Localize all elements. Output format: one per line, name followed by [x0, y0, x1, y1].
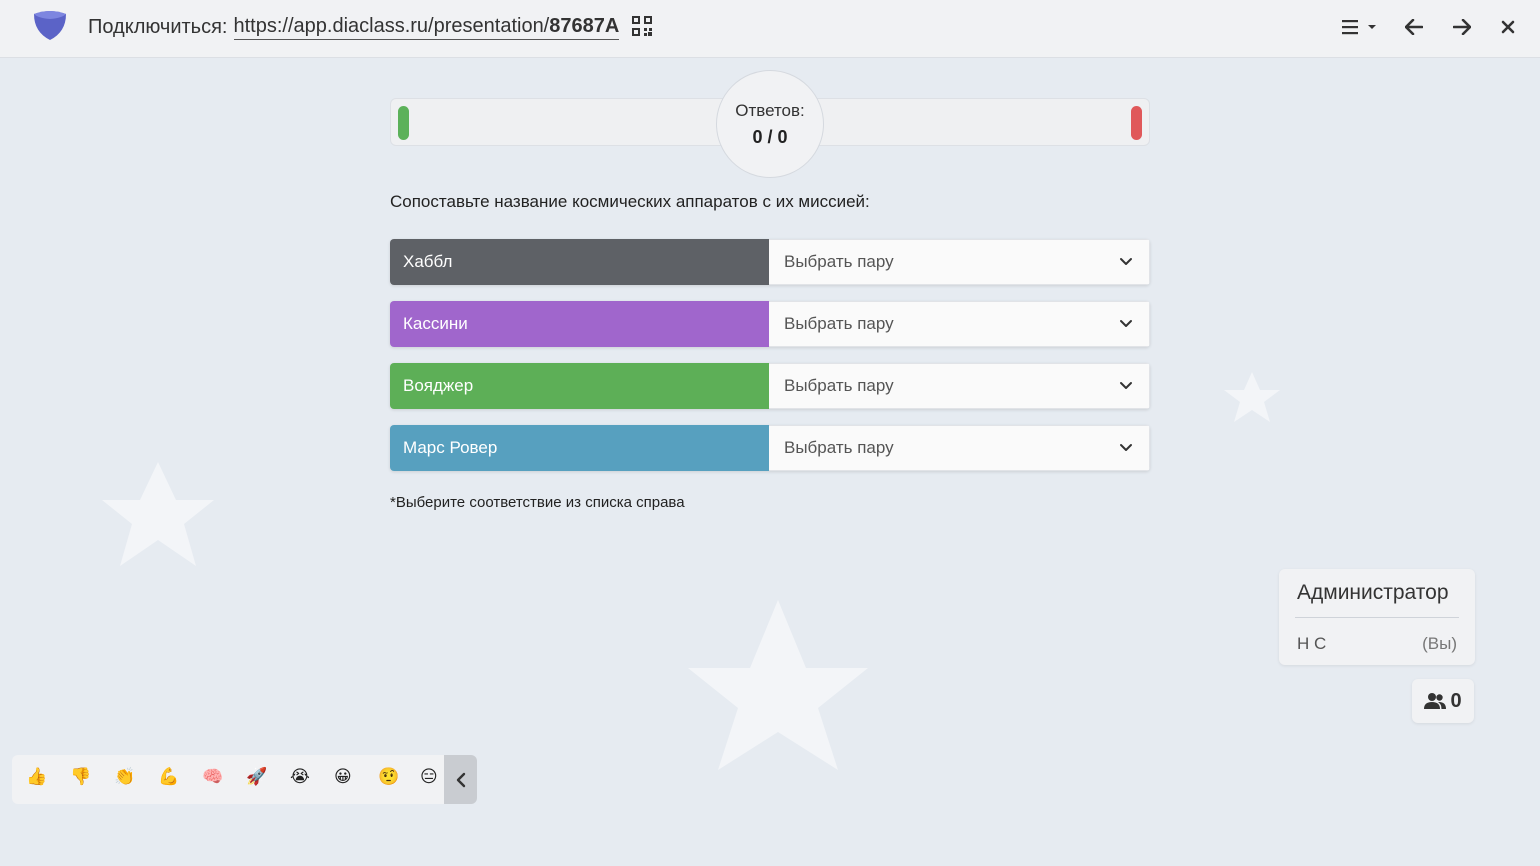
participant-you-label: (Вы) [1422, 634, 1457, 653]
pair-select-placeholder: Выбрать пару [784, 438, 894, 457]
expressionless-face-icon[interactable]: 😑 [420, 767, 438, 787]
question-text: Сопоставьте название космических аппарат… [390, 192, 870, 211]
grinning-face-icon[interactable]: 😀 [334, 767, 352, 787]
reactions-bar: 👍 👎 👏 💪 🧠 🚀 😭 😀 🤨 😑 [12, 755, 444, 804]
connect-link: Подключиться: https://app.diaclass.ru/pr… [88, 15, 620, 40]
pair-label: Кассини [390, 301, 769, 347]
wrong-answers-indicator [1131, 106, 1142, 140]
chevron-down-icon [1120, 320, 1132, 327]
chevron-left-icon [456, 772, 465, 787]
url-code: 87687A [549, 15, 620, 37]
hint-text: *Выберите соответствие из списка справа [390, 494, 685, 511]
pair-row: Вояджер Выбрать пару [390, 363, 1150, 409]
thumbs-up-icon[interactable]: 👍 [26, 767, 47, 787]
rocket-icon[interactable]: 🚀 [246, 767, 267, 787]
correct-answers-indicator [398, 106, 409, 140]
pair-select-placeholder: Выбрать пару [784, 376, 894, 395]
chevron-down-icon [1120, 444, 1132, 451]
close-icon [1501, 20, 1515, 34]
pair-label: Марс Ровер [390, 425, 769, 471]
participants-card: Администратор Н С (Вы) [1279, 569, 1475, 665]
menu-button[interactable] [1342, 16, 1380, 38]
flexed-biceps-icon[interactable]: 💪 [158, 767, 179, 787]
pair-row: Хаббл Выбрать пару [390, 239, 1150, 285]
pair-row: Марс Ровер Выбрать пару [390, 425, 1150, 471]
answers-label: Ответов: [735, 100, 805, 120]
pair-select[interactable]: Выбрать пару [769, 363, 1150, 409]
users-count: 0 [1450, 689, 1462, 712]
next-slide-button[interactable] [1452, 16, 1472, 38]
thumbs-down-icon[interactable]: 👎 [70, 767, 91, 787]
arrow-right-icon [1453, 19, 1471, 35]
answers-counter: Ответов: 0 / 0 [716, 70, 824, 178]
clapping-hands-icon[interactable]: 👏 [114, 767, 135, 787]
pair-select-placeholder: Выбрать пару [784, 252, 894, 271]
previous-slide-button[interactable] [1404, 16, 1424, 38]
users-icon [1424, 693, 1447, 709]
top-bar: Подключиться: https://app.diaclass.ru/pr… [0, 0, 1540, 58]
pair-label: Вояджер [390, 363, 769, 409]
pair-select[interactable]: Выбрать пару [769, 239, 1150, 285]
pair-select[interactable]: Выбрать пару [769, 301, 1150, 347]
crying-face-icon[interactable]: 😭 [290, 767, 310, 787]
chevron-down-icon [1120, 382, 1132, 389]
qr-code-icon[interactable] [632, 16, 652, 36]
divider [1295, 617, 1459, 618]
users-count-button[interactable]: 0 [1412, 679, 1474, 723]
pair-label: Хаббл [390, 239, 769, 285]
url-base: https://app.diaclass.ru/presentation/ [233, 15, 550, 37]
brain-icon[interactable]: 🧠 [202, 767, 223, 787]
participant-name: Н С [1297, 634, 1327, 653]
admin-title: Администратор [1297, 581, 1449, 604]
logo-icon [34, 11, 66, 40]
collapse-reactions-button[interactable] [444, 755, 477, 804]
pair-row: Кассини Выбрать пару [390, 301, 1150, 347]
chevron-down-icon [1120, 258, 1132, 265]
connect-label: Подключиться: [88, 16, 228, 38]
answers-value: 0 / 0 [752, 126, 788, 147]
pair-select-placeholder: Выбрать пару [784, 314, 894, 333]
close-button[interactable] [1499, 16, 1517, 38]
menu-icon [1342, 20, 1376, 35]
presentation-url[interactable]: https://app.diaclass.ru/presentation/876… [233, 15, 620, 40]
arrow-left-icon [1405, 19, 1423, 35]
raised-eyebrow-face-icon[interactable]: 🤨 [378, 767, 399, 787]
pair-select[interactable]: Выбрать пару [769, 425, 1150, 471]
